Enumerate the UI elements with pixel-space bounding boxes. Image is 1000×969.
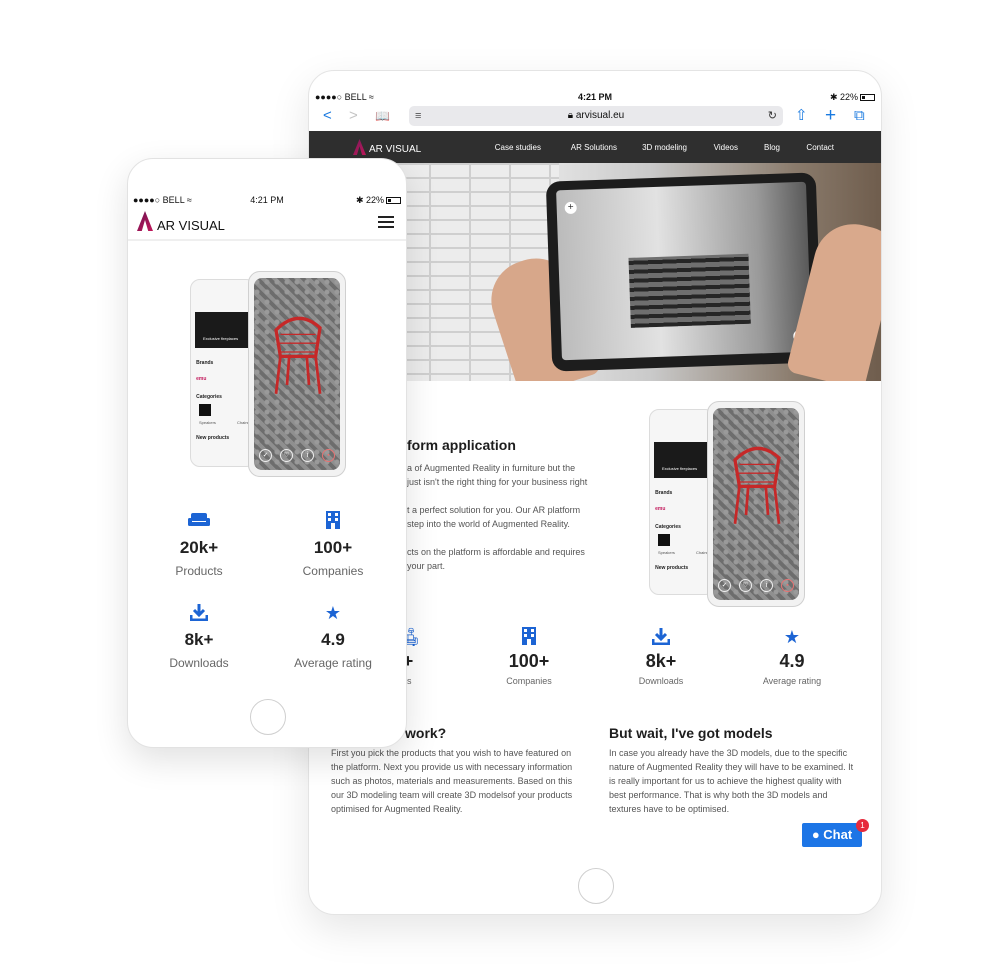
mockup-front-phone: ✓ ♡ i ▪ (248, 271, 346, 477)
battery-icon (860, 94, 875, 102)
lock-icon: 🔒︎ (567, 110, 576, 121)
phone-site-header: AR VISUAL (128, 211, 406, 241)
star-icon: ★ (324, 603, 342, 623)
back-icon[interactable]: < (323, 107, 332, 125)
logo-text: AR VISUAL (157, 218, 225, 233)
mockup-back-phone: Exclusive fireplaces Brands emu Categori… (649, 409, 715, 595)
nav-case-studies[interactable]: Case studies (495, 143, 541, 152)
info-icon: i (760, 579, 773, 592)
address-bar[interactable]: ≡ 🔒︎ arvisual.eu ↻ (409, 106, 783, 126)
mockup-back-phone: Exclusive fireplaces Brands emu Categori… (190, 279, 256, 467)
app-mockup-image: Exclusive fireplaces Brands emu Categori… (190, 271, 350, 479)
tablet-home-button[interactable] (578, 868, 614, 904)
section-heading-models: But wait, I've got models (609, 725, 773, 741)
ar-logo-icon (137, 211, 153, 231)
nav-blog[interactable]: Blog (764, 143, 780, 152)
battery-status: ✱ 22% (356, 195, 401, 206)
status-time: 4:21 PM (577, 92, 612, 102)
stat-rating: ★ 4.9 Average rating (268, 603, 398, 670)
heart-icon: ♡ (739, 579, 752, 592)
tabs-icon[interactable]: ⧉ (854, 107, 865, 125)
stat-downloads: 8k+ Downloads (134, 603, 264, 670)
chat-bubble-icon: ● (811, 827, 820, 842)
hamburger-menu-icon[interactable] (378, 216, 394, 228)
download-icon (134, 603, 264, 625)
stat-products: 20k+ Products (134, 511, 264, 578)
section-models-text: In case you already have the 3D models, … (609, 748, 854, 814)
section-heading-how: work? (405, 725, 447, 741)
forward-icon[interactable]: > (349, 107, 358, 125)
held-tablet-screen: + × (556, 181, 812, 361)
share-icon[interactable]: ⇧ (795, 107, 808, 125)
stat-downloads: 8k+ Downloads (606, 627, 716, 686)
battery-icon (386, 197, 401, 205)
plus-icon: + (564, 201, 577, 215)
radiator-illustration (628, 253, 751, 328)
check-icon: ✓ (718, 579, 731, 592)
chat-button[interactable]: ● Chat (802, 823, 862, 847)
site-navbar: AR VISUAL Case studies AR Solutions 3D m… (309, 131, 881, 163)
reader-icon[interactable]: ≡ (415, 106, 421, 126)
building-icon (474, 627, 584, 649)
new-tab-icon[interactable]: + (825, 106, 836, 125)
section-how-text: First you pick the products that you wis… (331, 748, 573, 814)
building-icon (268, 511, 398, 533)
download-icon (606, 627, 716, 649)
info-icon: i (301, 449, 314, 462)
nav-3d-modeling[interactable]: 3D modeling (642, 143, 687, 152)
ar-logo-icon (353, 139, 366, 155)
nav-contact[interactable]: Contact (806, 143, 834, 152)
trash-icon: ▪ (781, 579, 794, 592)
red-chair-icon (274, 316, 322, 394)
chat-notification-badge: 1 (856, 819, 869, 832)
bookmarks-icon[interactable]: 📖 (375, 107, 390, 125)
app-mockup-image: Exclusive fireplaces Brands emu Categori… (649, 401, 809, 607)
held-tablet-illustration: + × (545, 172, 823, 372)
red-chair-icon (733, 446, 781, 524)
logo-text: AR VISUAL (369, 144, 422, 155)
nav-ar-solutions[interactable]: AR Solutions (571, 143, 617, 152)
phone-frame: ●●●●○ BELL ≈ 4:21 PM ✱ 22% AR VISUAL Exc… (127, 158, 407, 748)
phone-status-bar: ●●●●○ BELL ≈ 4:21 PM ✱ 22% (128, 193, 406, 207)
browser-toolbar: < > 📖 ≡ 🔒︎ arvisual.eu ↻ ⇧ + ⧉ (309, 106, 881, 128)
stat-companies: 100+ Companies (474, 627, 584, 686)
sofa-icon (134, 511, 264, 533)
url-text: arvisual.eu (575, 110, 625, 121)
tablet-status-bar: ●●●●○ BELL ≈ 4:21 PM ✱ 22% (309, 89, 881, 105)
check-icon: ✓ (259, 449, 272, 462)
reload-icon[interactable]: ↻ (768, 106, 777, 126)
section-heading-platform: form application (407, 437, 516, 453)
star-icon: ★ (783, 627, 801, 647)
phone-home-button[interactable] (250, 699, 286, 735)
mockup-front-phone: ✓ ♡ i ▪ (707, 401, 805, 607)
trash-icon: ▪ (322, 449, 335, 462)
stat-companies: 100+ Companies (268, 511, 398, 578)
stat-rating: ★ 4.9 Average rating (737, 627, 847, 686)
section-platform-text: a of Augmented Reality in furniture but … (407, 463, 588, 571)
nav-videos[interactable]: Videos (714, 143, 738, 152)
battery-status: ✱ 22% (830, 92, 875, 103)
heart-icon: ♡ (280, 449, 293, 462)
